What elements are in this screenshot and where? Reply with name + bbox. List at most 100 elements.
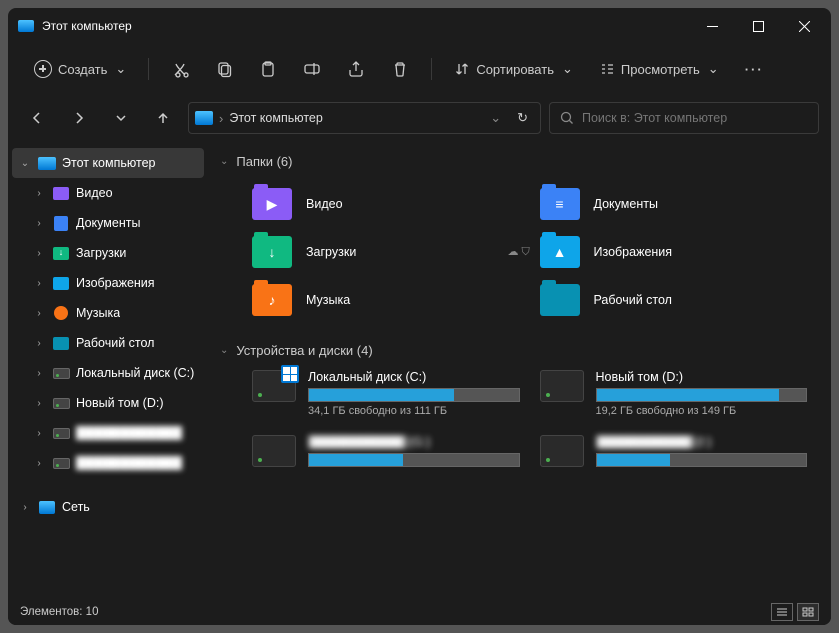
more-button[interactable]: ···	[735, 52, 774, 86]
close-button[interactable]	[781, 8, 827, 44]
sort-button[interactable]: Сортировать ⌄	[444, 52, 583, 86]
window-title: Этот компьютер	[42, 19, 689, 33]
rename-button[interactable]	[293, 52, 331, 86]
disk-icon	[52, 395, 70, 411]
address-dropdown-icon[interactable]: ⌄	[490, 110, 501, 126]
breadcrumb[interactable]: Этот компьютер	[229, 111, 484, 125]
group-folders-header[interactable]: ⌄ Папки (6)	[212, 150, 827, 173]
drive-icon	[540, 370, 584, 402]
content: ⌄ Папки (6) ▶Видео≡Документы↓Загрузки☁ ⛉…	[208, 142, 831, 599]
status-item-count: Элементов: 10	[20, 606, 98, 618]
folder-icon: ≡	[540, 188, 580, 220]
drive-icon	[252, 435, 296, 467]
pc-icon	[38, 155, 56, 171]
drive-info: ███████████ (G:)	[308, 435, 520, 470]
chevron-down-icon: ⌄	[220, 345, 228, 356]
sidebar-item-8[interactable]: ›Новый том (D:)	[12, 388, 204, 418]
sidebar-item-label: Сеть	[62, 500, 90, 514]
folder-item[interactable]: Рабочий стол	[540, 277, 808, 323]
drive-item[interactable]: ███████████ (G:)	[252, 435, 520, 470]
folder-item[interactable]: ▶ Видео	[252, 181, 520, 227]
drive-item[interactable]: Локальный диск (C:)34,1 ГБ свободно из 1…	[252, 370, 520, 417]
folder-item[interactable]: ♪ Музыка	[252, 277, 520, 323]
sidebar-item-11[interactable]: ›Сеть	[12, 492, 204, 522]
expand-icon: ›	[32, 278, 46, 289]
address-bar[interactable]: › Этот компьютер ⌄ ↻	[188, 102, 541, 134]
sidebar-item-10[interactable]: ›████████████	[12, 448, 204, 478]
delete-button[interactable]	[381, 52, 419, 86]
copy-button[interactable]	[205, 52, 243, 86]
expand-icon: ›	[32, 428, 46, 439]
drive-item[interactable]: Новый том (D:)19,2 ГБ свободно из 149 ГБ	[540, 370, 808, 417]
sidebar-item-label: Загрузки	[76, 246, 126, 260]
group-drives-header[interactable]: ⌄ Устройства и диски (4)	[212, 339, 827, 362]
maximize-button[interactable]	[735, 8, 781, 44]
search-box[interactable]	[549, 102, 819, 134]
expand-icon: ›	[32, 248, 46, 259]
recent-button[interactable]	[104, 101, 138, 135]
folder-item[interactable]: ≡Документы	[540, 181, 808, 227]
chevron-down-icon: ⌄	[220, 156, 228, 167]
sidebar-item-4[interactable]: ›Изображения	[12, 268, 204, 298]
sidebar-item-6[interactable]: ›Рабочий стол	[12, 328, 204, 358]
refresh-button[interactable]: ↻	[511, 110, 534, 126]
folder-icon: ▲	[540, 236, 580, 268]
sync-badge: ☁ ⛉	[508, 245, 530, 259]
folder-icon: ▶	[252, 188, 292, 220]
expand-icon: ›	[32, 458, 46, 469]
desk-icon	[52, 335, 70, 351]
pc-icon	[195, 111, 213, 125]
sidebar-item-7[interactable]: ›Локальный диск (C:)	[12, 358, 204, 388]
music-icon	[52, 305, 70, 321]
chevron-down-icon: ⌄	[115, 61, 126, 77]
sidebar-item-label: Видео	[76, 186, 113, 200]
share-button[interactable]	[337, 52, 375, 86]
expand-icon: ›	[32, 188, 46, 199]
folder-item[interactable]: ↓Загрузки	[252, 229, 520, 275]
folder-icon: ♪	[252, 284, 292, 316]
details-view-button[interactable]	[771, 603, 793, 621]
drive-info: ███████████ (I:)	[596, 435, 808, 470]
folder-label: Видео	[306, 197, 343, 211]
drive-free-text: 34,1 ГБ свободно из 111 ГБ	[308, 405, 520, 417]
folder-icon: ↓	[252, 236, 292, 268]
up-button[interactable]	[146, 101, 180, 135]
view-button[interactable]: Просмотреть ⌄	[589, 52, 729, 86]
folders-grid: ▶ Видео ≡Документы ↓Загрузки ☁ ⛉▲Изображения…	[212, 173, 827, 339]
paste-button[interactable]	[249, 52, 287, 86]
folder-label: Музыка	[306, 293, 350, 307]
sidebar-item-5[interactable]: ›Музыка	[12, 298, 204, 328]
titlebar: Этот компьютер	[8, 8, 831, 44]
sidebar-item-2[interactable]: ›Документы	[12, 208, 204, 238]
forward-button[interactable]	[62, 101, 96, 135]
drive-item[interactable]: ███████████ (I:)	[540, 435, 808, 470]
sidebar-item-label: Новый том (D:)	[76, 396, 164, 410]
folder-item[interactable]: ☁ ⛉▲Изображения	[540, 229, 808, 275]
sidebar-item-0[interactable]: ⌄Этот компьютер	[12, 148, 204, 178]
folder-icon	[540, 284, 580, 316]
minimize-button[interactable]	[689, 8, 735, 44]
sidebar-item-3[interactable]: › ↓ Загрузки	[12, 238, 204, 268]
sidebar-item-label: ████████████	[76, 426, 182, 440]
toolbar: Создать ⌄ Сортировать ⌄ Просмотреть ⌄ ··…	[8, 44, 831, 94]
expand-icon: ›	[32, 368, 46, 379]
sidebar-item-9[interactable]: › ████████████	[12, 418, 204, 448]
net-icon	[38, 499, 56, 515]
back-button[interactable]	[20, 101, 54, 135]
create-label: Создать	[58, 62, 107, 77]
sort-label: Сортировать	[476, 62, 554, 77]
nav-row: › Этот компьютер ⌄ ↻	[8, 94, 831, 142]
expand-icon: ›	[32, 338, 46, 349]
drive-usage-bar	[596, 388, 808, 402]
tiles-view-button[interactable]	[797, 603, 819, 621]
drive-icon	[540, 435, 584, 467]
disk-icon	[52, 425, 70, 441]
cut-button[interactable]	[161, 52, 199, 86]
expand-icon: ⌄	[18, 158, 32, 169]
view-label: Просмотреть	[621, 62, 700, 77]
drives-grid: Локальный диск (C:)34,1 ГБ свободно из 1…	[212, 362, 827, 478]
sidebar-item-1[interactable]: › Видео	[12, 178, 204, 208]
create-button[interactable]: Создать ⌄	[24, 52, 136, 86]
search-input[interactable]	[582, 111, 808, 125]
down-icon: ↓	[52, 245, 70, 261]
